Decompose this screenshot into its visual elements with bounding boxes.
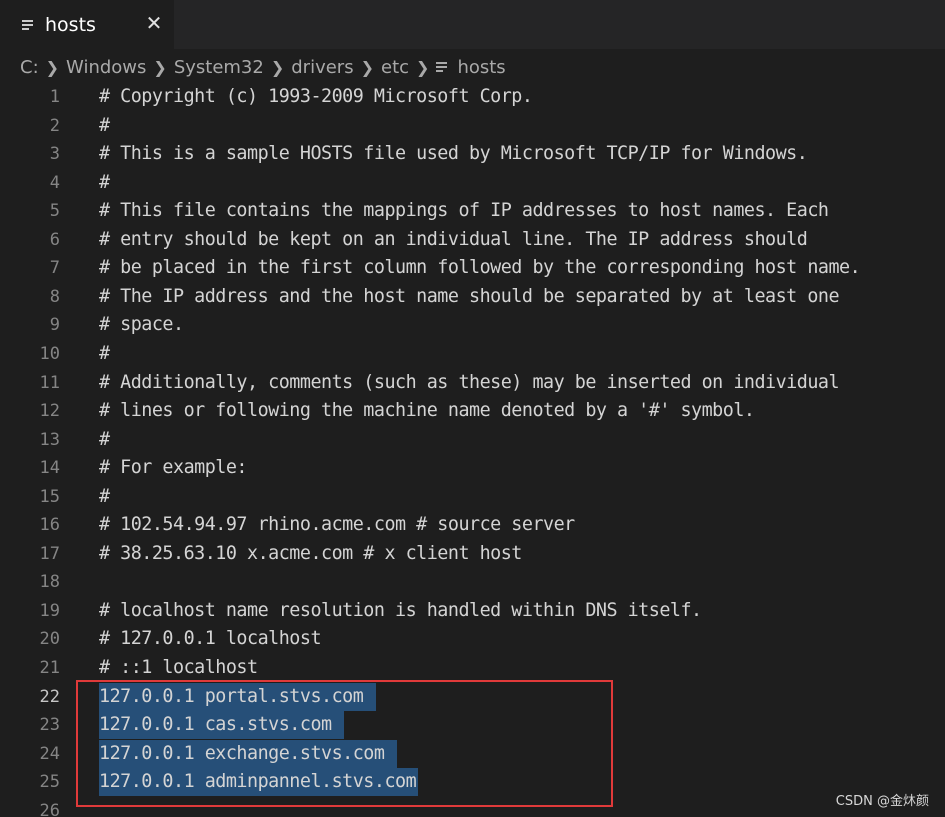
line-number: 25 [39,772,60,793]
breadcrumb-item-drivers[interactable]: drivers [291,57,353,78]
line-number: 13 [39,429,60,450]
chevron-right-icon: ❯ [45,57,60,77]
breadcrumb-item-etc[interactable]: etc [381,57,409,78]
line-number: 22 [39,686,60,707]
line-number: 9 [49,315,60,336]
code-text: # 127.0.0.1 localhost [99,628,322,650]
code-line[interactable]: 12 # lines or following the machine name … [0,397,945,425]
code-text: # [99,114,110,136]
code-line[interactable]: 16 # 102.54.94.97 rhino.acme.com # source… [0,511,945,539]
code-text: # 102.54.94.97 rhino.acme.com # source s… [99,514,575,536]
line-number: 6 [49,229,60,250]
code-text: 127.0.0.1 cas.stvs.com [99,711,345,740]
tab-bar: hosts ✕ [0,0,945,49]
code-line[interactable]: 20 # 127.0.0.1 localhost [0,625,945,653]
line-number: 21 [39,658,60,678]
code-line[interactable]: 13 # [0,426,945,454]
code-line[interactable]: 14 # For example: [0,454,945,482]
chevron-right-icon: ❯ [416,57,430,77]
code-text: # be placed in the first column followed… [99,257,861,279]
line-number: 12 [39,401,60,422]
line-number: 5 [49,201,60,222]
code-line[interactable]: 6 # entry should be kept on an individual… [0,226,945,254]
code-text: # [99,171,110,193]
code-text: # Additionally, comments (such as these)… [99,371,840,393]
code-line[interactable]: 23 127.0.0.1 cas.stvs.com [0,711,945,740]
line-number: 11 [39,372,60,393]
code-text: # The IP address and the host name shoul… [99,285,840,307]
breadcrumb-item-hosts[interactable]: hosts [457,57,505,78]
code-text: # This file contains the mappings of IP … [99,200,829,222]
line-number: 8 [49,286,60,307]
breadcrumb-item-system32[interactable]: System32 [174,57,264,78]
line-number: 14 [39,458,60,479]
line-number: 4 [49,172,60,193]
code-text: # [99,485,110,507]
code-line[interactable]: 17 # 38.25.63.10 x.acme.com # x client ho… [0,540,945,568]
line-number: 16 [39,515,60,536]
line-number: 7 [49,258,60,279]
line-number: 3 [49,144,60,165]
code-line[interactable]: 18 [0,568,945,596]
code-line[interactable]: 5 # This file contains the mappings of IP… [0,197,945,225]
line-number: 1 [49,87,60,107]
code-line[interactable]: 24 127.0.0.1 exchange.stvs.com [0,739,945,768]
chevron-right-icon: ❯ [270,57,285,77]
code-text: 127.0.0.1 adminpannel.stvs.com [99,768,419,797]
breadcrumb-item-windows[interactable]: Windows [66,57,146,78]
line-number: 2 [49,115,60,136]
code-editor[interactable]: 1 # Copyright (c) 1993-2009 Microsoft Cor… [0,83,945,817]
tab-title: hosts [45,13,96,36]
file-lines-icon [436,62,448,72]
close-icon[interactable]: ✕ [143,11,165,35]
code-text: 127.0.0.1 portal.stvs.com [99,682,376,711]
code-line[interactable]: 15 # [0,483,945,511]
code-line[interactable]: 3 # This is a sample HOSTS file used by M… [0,140,945,168]
code-line[interactable]: 26 [0,797,945,817]
code-line[interactable]: 19 # localhost name resolution is handled… [0,597,945,625]
code-text: # [99,428,110,450]
code-text: # ::1 localhost [99,657,258,678]
code-line[interactable]: 1 # Copyright (c) 1993-2009 Microsoft Cor… [0,83,945,111]
code-text: # [99,342,110,364]
code-line[interactable]: 22 127.0.0.1 portal.stvs.com [0,682,945,711]
code-line[interactable]: 11 # Additionally, comments (such as thes… [0,369,945,397]
code-text: # Copyright (c) 1993-2009 Microsoft Corp… [99,86,533,107]
line-number: 18 [39,572,60,593]
code-line[interactable]: 9 # space. [0,311,945,339]
breadcrumb-item-drive[interactable]: C: [20,57,39,78]
tab-hosts[interactable]: hosts ✕ [0,0,174,49]
line-number: 24 [39,743,60,764]
line-number: 26 [39,800,60,817]
chevron-right-icon: ❯ [153,57,167,77]
line-number: 19 [39,600,60,621]
editor-window: hosts ✕ C: ❯ Windows ❯ System32 ❯ driver… [0,0,945,817]
line-number: 17 [39,543,60,564]
code-text: # 38.25.63.10 x.acme.com # x client host [99,542,522,564]
code-line[interactable]: 25 127.0.0.1 adminpannel.stvs.com [0,768,945,797]
code-text: # lines or following the machine name de… [99,400,755,422]
line-number: 10 [39,343,60,364]
code-line[interactable]: 7 # be placed in the first column followe… [0,254,945,282]
line-number: 23 [39,715,60,736]
code-text: # space. [99,314,184,336]
code-text: # This is a sample HOSTS file used by Mi… [99,143,808,165]
code-line[interactable]: 8 # The IP address and the host name shou… [0,283,945,311]
code-line[interactable]: 4 # [0,169,945,197]
code-line[interactable]: 21 # ::1 localhost [0,654,945,682]
file-lines-icon [22,19,34,30]
line-number: 15 [39,486,60,507]
code-text: # entry should be kept on an individual … [99,228,808,250]
line-number: 20 [39,629,60,650]
chevron-right-icon: ❯ [360,57,374,77]
code-text: # localhost name resolution is handled w… [99,599,702,621]
code-line[interactable]: 10 # [0,340,945,368]
watermark-text: CSDN @金炑颜 [835,794,929,809]
code-line[interactable]: 2 # [0,112,945,140]
code-text: 127.0.0.1 exchange.stvs.com [99,739,398,768]
code-text: # For example: [99,457,248,479]
breadcrumb: C: ❯ Windows ❯ System32 ❯ drivers ❯ etc … [20,50,506,84]
